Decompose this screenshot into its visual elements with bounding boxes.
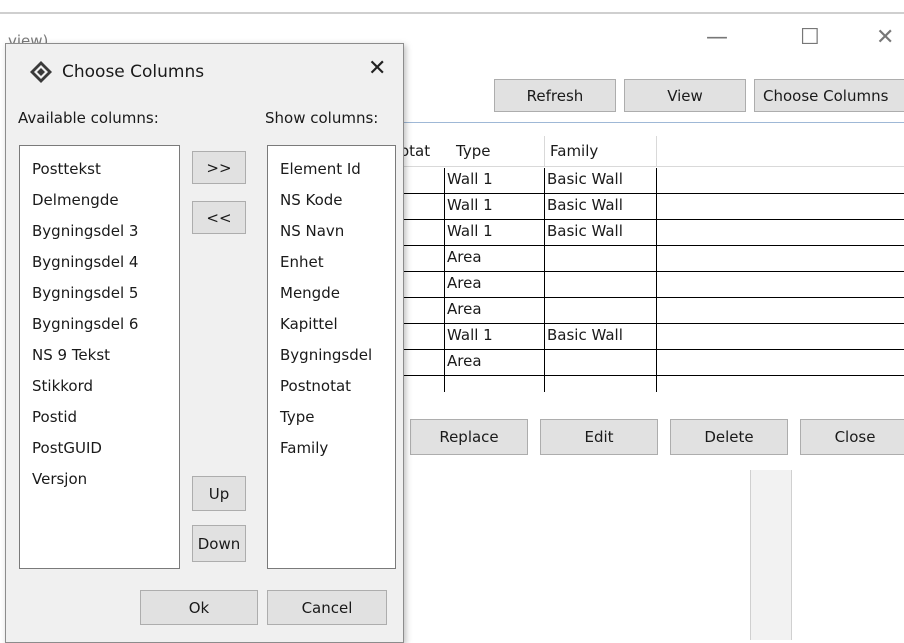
- show-columns-label: Show columns:: [265, 109, 379, 127]
- table-row[interactable]: Wall 1 Basic Wall: [400, 194, 904, 220]
- table-row[interactable]: Area: [400, 272, 904, 298]
- list-item[interactable]: PostGUID: [32, 439, 102, 457]
- ok-button[interactable]: Ok: [140, 590, 258, 625]
- cell-divider: [444, 168, 445, 392]
- family-cell: Basic Wall: [547, 170, 623, 188]
- list-item[interactable]: Posttekst: [32, 160, 101, 178]
- column-header-postnotat[interactable]: otat: [400, 142, 430, 160]
- app-icon: [30, 61, 52, 83]
- edit-button[interactable]: Edit: [540, 419, 658, 455]
- cancel-button[interactable]: Cancel: [267, 590, 387, 625]
- type-cell: Area: [447, 300, 482, 318]
- list-item[interactable]: Bygningsdel 6: [32, 315, 138, 333]
- column-header-family[interactable]: Family: [550, 142, 598, 160]
- show-columns-list[interactable]: Element Id NS Kode NS Navn Enhet Mengde …: [267, 145, 396, 569]
- list-item[interactable]: Versjon: [32, 470, 87, 488]
- move-down-button[interactable]: Down: [192, 525, 246, 562]
- choose-columns-dialog: Choose Columns ✕ Available columns: Show…: [5, 43, 404, 643]
- table-row[interactable]: Wall 1 Basic Wall: [400, 324, 904, 350]
- family-cell: Basic Wall: [547, 326, 623, 344]
- side-panel: [750, 470, 792, 640]
- column-header-type[interactable]: Type: [456, 142, 490, 160]
- list-item[interactable]: Mengde: [280, 284, 340, 302]
- refresh-button[interactable]: Refresh: [494, 79, 616, 112]
- type-cell: Wall 1: [447, 222, 493, 240]
- type-cell: Wall 1: [447, 170, 493, 188]
- grid-top-border: [400, 122, 904, 123]
- list-item[interactable]: NS Navn: [280, 222, 344, 240]
- table-row[interactable]: Wall 1 Basic Wall: [400, 168, 904, 194]
- header-divider: [656, 136, 657, 166]
- list-item[interactable]: Delmengde: [32, 191, 119, 209]
- data-grid[interactable]: otat Type Family Wall 1 Basic Wall Wall …: [400, 136, 904, 394]
- maximize-icon[interactable]: ☐: [800, 24, 820, 52]
- table-row[interactable]: Area: [400, 298, 904, 324]
- list-item[interactable]: Kapittel: [280, 315, 338, 333]
- table-row[interactable]: Area: [400, 246, 904, 272]
- minimize-icon[interactable]: —: [706, 24, 728, 52]
- list-item[interactable]: Stikkord: [32, 377, 93, 395]
- list-item[interactable]: Postnotat: [280, 377, 351, 395]
- type-cell: Area: [447, 248, 482, 266]
- grid-header: otat Type Family: [400, 136, 904, 167]
- list-item[interactable]: Enhet: [280, 253, 324, 271]
- delete-button[interactable]: Delete: [670, 419, 788, 455]
- window-top-edge: [0, 12, 904, 14]
- available-columns-label: Available columns:: [18, 109, 159, 127]
- move-up-button[interactable]: Up: [192, 476, 246, 511]
- list-item[interactable]: Element Id: [280, 160, 361, 178]
- view-button[interactable]: View: [624, 79, 746, 112]
- remove-column-button[interactable]: <<: [192, 201, 246, 234]
- list-item[interactable]: Bygningsdel 4: [32, 253, 138, 271]
- replace-button[interactable]: Replace: [410, 419, 528, 455]
- type-cell: Area: [447, 352, 482, 370]
- header-divider: [544, 136, 545, 166]
- type-cell: Wall 1: [447, 326, 493, 344]
- list-item[interactable]: Type: [280, 408, 314, 426]
- table-row[interactable]: Wall 1 Basic Wall: [400, 220, 904, 246]
- type-cell: Wall 1: [447, 196, 493, 214]
- close-window-icon[interactable]: ✕: [876, 24, 894, 52]
- type-cell: Area: [447, 274, 482, 292]
- dialog-title: Choose Columns: [62, 62, 205, 82]
- choose-columns-button[interactable]: Choose Columns: [754, 79, 904, 112]
- family-cell: Basic Wall: [547, 196, 623, 214]
- list-item[interactable]: Bygningsdel 5: [32, 284, 138, 302]
- list-item[interactable]: Family: [280, 439, 328, 457]
- add-column-button[interactable]: >>: [192, 151, 246, 184]
- cell-divider: [656, 168, 657, 392]
- list-item[interactable]: NS Kode: [280, 191, 343, 209]
- table-row[interactable]: Area: [400, 350, 904, 376]
- list-item[interactable]: Bygningsdel 3: [32, 222, 138, 240]
- list-item[interactable]: Bygningsdel: [280, 346, 372, 364]
- list-item[interactable]: NS 9 Tekst: [32, 346, 110, 364]
- available-columns-list[interactable]: Posttekst Delmengde Bygningsdel 3 Bygnin…: [19, 145, 180, 569]
- close-button[interactable]: Close: [800, 419, 904, 455]
- list-item[interactable]: Postid: [32, 408, 77, 426]
- close-icon[interactable]: ✕: [368, 56, 386, 81]
- family-cell: Basic Wall: [547, 222, 623, 240]
- cell-divider: [544, 168, 545, 392]
